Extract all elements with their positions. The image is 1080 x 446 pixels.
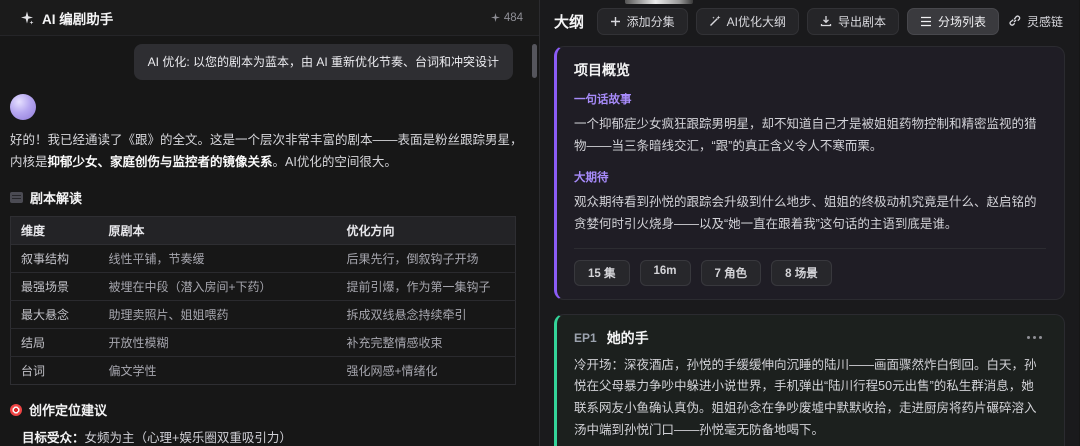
- export-script-button[interactable]: 导出剧本: [807, 8, 899, 35]
- cell-original: 被埋在中段（潜入房间+下药）: [99, 273, 337, 301]
- cell-original: 开放性模糊: [99, 329, 337, 357]
- table-row: 叙事结构 线性平铺，节奏缓 后果先行，倒叙钩子开场: [11, 245, 516, 273]
- outline-header: 大纲 添加分集 AI优化大纲: [554, 0, 1065, 42]
- episode-count-chip: 15 集: [574, 260, 630, 286]
- positioning-list: 目标受众：女频为主（心理+娱乐圈双重吸引力） 题材类型：娱乐圈 × 悬疑心理 ×…: [10, 427, 525, 446]
- cell-original: 线性平铺，节奏缓: [99, 245, 337, 273]
- clapperboard-icon: [10, 192, 23, 203]
- assistant-header: AI 编剧助手 484: [0, 0, 539, 36]
- episode-title: 她的手: [607, 328, 649, 348]
- overview-card-title: 项目概览: [574, 60, 1046, 80]
- analysis-table: 维度 原剧本 优化方向 叙事结构 线性平铺，节奏缓 后果先行，倒叙钩子开场 最强…: [10, 216, 516, 385]
- ai-intro-bold: 抑郁少女、家庭创伤与监控者的镜像关系: [48, 155, 273, 169]
- logline-text: 一个抑郁症少女疯狂跟踪男明星，却不知道自己才是被姐姐药物控制和精密监视的猎物——…: [574, 114, 1046, 158]
- table-row: 台词 偏文学性 强化网感+情绪化: [11, 357, 516, 385]
- download-icon: [820, 15, 832, 27]
- outline-title: 大纲: [554, 11, 584, 32]
- item-label: 目标受众：: [22, 431, 85, 445]
- scene-list-button[interactable]: 分场列表: [907, 8, 999, 35]
- positioning-title: 创作定位建议: [29, 400, 107, 419]
- list-item: 目标受众：女频为主（心理+娱乐圈双重吸引力）: [22, 427, 525, 446]
- ai-optimize-outline-button[interactable]: AI优化大纲: [696, 8, 799, 35]
- cell-dimension: 结局: [11, 329, 99, 357]
- cell-dimension: 最大悬念: [11, 301, 99, 329]
- link-icon: [1009, 15, 1021, 27]
- col-header-original: 原剧本: [99, 217, 337, 245]
- sparkles-icon: [20, 11, 34, 25]
- ai-intro-paragraph: 好的！我已经通读了《跟》的全文。这是一个层次非常丰富的剧本——表面是粉丝跟踪男星…: [10, 130, 525, 173]
- expectation-text: 观众期待看到孙悦的跟踪会升级到什么地步、姐姐的终极动机究竟是什么、赵启铭的贪婪何…: [574, 192, 1046, 236]
- cell-original: 助理卖照片、姐姐喂药: [99, 301, 337, 329]
- overview-stats-row: 15 集 16m 7 角色 8 场景: [574, 248, 1046, 286]
- chat-scrollbar[interactable]: [532, 44, 537, 78]
- positioning-section-heading: 创作定位建议: [10, 400, 525, 419]
- cell-optimization: 后果先行，倒叙钩子开场: [337, 245, 516, 273]
- col-header-optimization: 优化方向: [337, 217, 516, 245]
- episode-number: EP1: [574, 331, 597, 345]
- expectation-label: 大期待: [574, 169, 1046, 185]
- assistant-title: AI 编剧助手: [42, 8, 113, 28]
- credit-sparkle-icon: [491, 13, 500, 22]
- credits-counter[interactable]: 484: [491, 12, 523, 24]
- ai-assistant-panel: AI 编剧助手 484 AI 优化: 以您的剧本为蓝本，由 AI 重新优化节奏、…: [0, 0, 540, 446]
- scene-count-chip: 8 场景: [771, 260, 832, 286]
- duration-chip: 16m: [640, 260, 691, 286]
- project-overview-card[interactable]: 项目概览 一句话故事 一个抑郁症少女疯狂跟踪男明星，却不知道自己才是被姐姐药物控…: [554, 46, 1065, 300]
- list-icon: [920, 16, 932, 27]
- assistant-title-wrap: AI 编剧助手: [20, 8, 113, 28]
- credits-value: 484: [504, 12, 523, 24]
- cell-dimension: 台词: [11, 357, 99, 385]
- cell-optimization: 提前引爆，作为第一集钩子: [337, 273, 516, 301]
- inspiration-chain-button[interactable]: 灵感链: [1007, 8, 1065, 35]
- ai-avatar: [10, 94, 36, 120]
- user-message-bubble: AI 优化: 以您的剧本为蓝本，由 AI 重新优化节奏、台词和冲突设计: [134, 44, 513, 80]
- cell-dimension: 最强场景: [11, 273, 99, 301]
- scene-list-label: 分场列表: [938, 13, 986, 30]
- app-window: AI 编剧助手 484 AI 优化: 以您的剧本为蓝本，由 AI 重新优化节奏、…: [0, 0, 1080, 446]
- plus-icon: [610, 16, 621, 27]
- logline-label: 一句话故事: [574, 91, 1046, 107]
- cell-original: 偏文学性: [99, 357, 337, 385]
- magic-wand-icon: [709, 15, 721, 27]
- more-options-icon[interactable]: [1023, 332, 1046, 343]
- add-episode-button[interactable]: 添加分集: [597, 8, 688, 35]
- character-count-chip: 7 角色: [701, 260, 762, 286]
- episode-card-header: EP1 她的手: [574, 328, 1046, 348]
- outline-panel: 大纲 添加分集 AI优化大纲: [540, 0, 1079, 446]
- analysis-title: 剧本解读: [30, 188, 82, 207]
- table-row: 结局 开放性模糊 补充完整情感收束: [11, 329, 516, 357]
- episode-card[interactable]: EP1 她的手 冷开场：深夜酒店，孙悦的手缓缓伸向沉睡的陆川——画面骤然炸白倒回…: [554, 314, 1065, 446]
- table-header-row: 维度 原剧本 优化方向: [11, 217, 516, 245]
- ai-optimize-outline-label: AI优化大纲: [727, 13, 786, 30]
- analysis-section-heading: 剧本解读: [10, 188, 525, 207]
- chat-body: AI 优化: 以您的剧本为蓝本，由 AI 重新优化节奏、台词和冲突设计 好的！我…: [0, 36, 539, 446]
- cell-dimension: 叙事结构: [11, 245, 99, 273]
- col-header-dimension: 维度: [11, 217, 99, 245]
- top-scroll-indicator: [625, 0, 693, 4]
- cell-optimization: 补充完整情感收束: [337, 329, 516, 357]
- cell-optimization: 强化网感+情绪化: [337, 357, 516, 385]
- outline-toolbar: 添加分集 AI优化大纲 导出剧本: [597, 8, 1065, 35]
- ai-intro-post: 。AI优化的空间很大。: [273, 155, 397, 169]
- episode-synopsis: 冷开场：深夜酒店，孙悦的手缓缓伸向沉睡的陆川——画面骤然炸白倒回。白天，孙悦在父…: [574, 355, 1046, 443]
- inspiration-chain-label: 灵感链: [1027, 13, 1063, 30]
- item-value: 女频为主（心理+娱乐圈双重吸引力）: [85, 431, 292, 445]
- cell-optimization: 拆成双线悬念持续牵引: [337, 301, 516, 329]
- export-script-label: 导出剧本: [838, 13, 886, 30]
- table-row: 最强场景 被埋在中段（潜入房间+下药） 提前引爆，作为第一集钩子: [11, 273, 516, 301]
- add-episode-label: 添加分集: [627, 13, 675, 30]
- table-row: 最大悬念 助理卖照片、姐姐喂药 拆成双线悬念持续牵引: [11, 301, 516, 329]
- user-message-row: AI 优化: 以您的剧本为蓝本，由 AI 重新优化节奏、台词和冲突设计: [10, 44, 525, 80]
- target-icon: [10, 404, 22, 416]
